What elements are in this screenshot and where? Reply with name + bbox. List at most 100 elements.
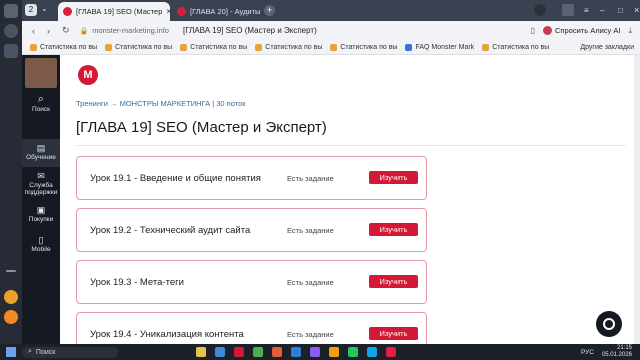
menu-icon[interactable]: ≡ (584, 6, 589, 15)
alice-button[interactable]: Спросить Алису AI (555, 26, 620, 35)
add-icon[interactable] (6, 270, 16, 272)
brand-logo[interactable]: M (78, 65, 98, 85)
sidebar-item-search[interactable]: ⌕ Поиск (22, 93, 60, 119)
profile-icon[interactable] (534, 4, 546, 16)
file-explorer-icon[interactable] (196, 347, 206, 357)
book-icon: ▤ (36, 143, 46, 153)
study-button[interactable]: Изучить (369, 223, 418, 236)
sidebar-item-purchases[interactable]: ▣ Покупки (22, 205, 60, 227)
browser-icon[interactable] (234, 347, 244, 357)
bookmark-icon (180, 43, 188, 51)
study-button[interactable]: Изучить (369, 327, 418, 340)
app-icon[interactable] (386, 347, 396, 357)
play-icon[interactable] (4, 24, 18, 38)
sidebar-item-support[interactable]: ✉ Служба поддержки (22, 171, 60, 199)
bookmark-item[interactable]: FAQ Monster Mark (405, 43, 474, 51)
search-icon: ⌕ (37, 93, 45, 105)
mail-icon: ✉ (37, 171, 45, 181)
lesson-title: Урок 19.1 - Введение и общие понятия (90, 173, 261, 184)
app-icon[interactable] (272, 347, 282, 357)
lock-icon: 🔒 (79, 27, 89, 35)
bookmark-icon (330, 43, 338, 51)
app-icon[interactable] (4, 290, 18, 304)
phone-icon: ▯ (38, 235, 44, 245)
close-window-icon[interactable]: × (634, 5, 639, 15)
windows-start-icon[interactable] (6, 347, 16, 357)
app-icon[interactable] (291, 347, 301, 357)
app-icon[interactable] (253, 347, 263, 357)
bookmark-icon (405, 43, 413, 51)
favicon-icon (63, 7, 72, 16)
app-icon[interactable] (310, 347, 320, 357)
other-bookmarks[interactable]: Другие закладки (580, 44, 634, 51)
scrollbar[interactable] (634, 55, 640, 344)
alice-icon (543, 26, 553, 35)
extension-icon[interactable] (562, 4, 574, 16)
breadcrumb[interactable]: Тренинги → МОНСТРЫ МАРКЕТИНГА | 30 поток (76, 99, 246, 108)
reload-icon[interactable]: ↻ (62, 25, 70, 36)
cart-icon: ▣ (36, 205, 46, 215)
lesson-card[interactable]: Урок 19.4 - Уникализация контента Есть з… (76, 312, 427, 344)
lesson-title: Урок 19.3 - Мета-теги (90, 277, 184, 288)
chat-widget-button[interactable] (596, 311, 622, 337)
bookmark-icon (482, 43, 490, 51)
app-icon[interactable] (367, 347, 377, 357)
chat-icon (603, 318, 615, 330)
lesson-status: Есть задание (287, 226, 334, 235)
tab-label: [ГЛАВА 20] - Аудиты Я.Д (190, 7, 262, 16)
tab-label: [ГЛАВА 19] SEO (Мастер (76, 7, 163, 16)
forward-icon[interactable]: › (47, 26, 50, 36)
site-sidebar: ⌕ Поиск ▤ Обучение ✉ Служба поддержки ▣ … (22, 55, 60, 344)
lesson-status: Есть задание (287, 174, 334, 183)
menu-icon[interactable] (4, 4, 18, 18)
bookmark-icon[interactable]: ▯ (531, 26, 535, 35)
study-button[interactable]: Изучить (369, 171, 418, 184)
tab-count-badge[interactable]: 2 (25, 4, 37, 16)
maximize-icon[interactable]: □ (618, 6, 623, 15)
divider (76, 145, 626, 146)
bookmark-item[interactable]: Статистика по вы (330, 43, 397, 51)
back-icon[interactable]: ‹ (32, 26, 35, 36)
bookmark-item[interactable]: Статистика по вы (105, 43, 172, 51)
bookmark-item[interactable]: Статистика по вы (180, 43, 247, 51)
page-title-text: [ГЛАВА 19] SEO (Мастер и Эксперт) (182, 26, 317, 35)
language-indicator[interactable]: РУС (581, 349, 594, 356)
download-icon[interactable]: ⤓ (628, 26, 632, 36)
os-left-rail (0, 0, 22, 344)
lesson-title: Урок 19.2 - Технический аудит сайта (90, 225, 251, 236)
arrow-icon[interactable] (4, 44, 18, 58)
app-icon[interactable] (348, 347, 358, 357)
main-content: M Тренинги → МОНСТРЫ МАРКЕТИНГА | 30 пот… (60, 55, 634, 344)
app-icon[interactable] (329, 347, 339, 357)
bookmark-icon (105, 43, 113, 51)
page-title: [ГЛАВА 19] SEO (Мастер и Эксперт) (76, 119, 327, 136)
url-text[interactable]: monster-marketing.info (92, 26, 169, 35)
tab-glava-19[interactable]: [ГЛАВА 19] SEO (Мастер × (58, 2, 170, 21)
search-icon: ⌕ (28, 348, 32, 355)
bookmarks-bar: Статистика по вы Статистика по вы Статис… (22, 40, 640, 55)
lesson-card[interactable]: Урок 19.2 - Технический аудит сайта Есть… (76, 208, 427, 252)
tab-glava-20[interactable]: [ГЛАВА 20] - Аудиты Я.Д (172, 2, 262, 21)
bookmark-item[interactable]: Статистика по вы (255, 43, 322, 51)
app-icon[interactable] (4, 310, 18, 324)
bookmark-item[interactable]: Статистика по вы (482, 43, 549, 51)
study-button[interactable]: Изучить (369, 275, 418, 288)
sidebar-item-learning[interactable]: ▤ Обучение (22, 139, 60, 167)
app-icon[interactable] (215, 347, 225, 357)
avatar[interactable] (25, 58, 57, 88)
taskbar-search[interactable]: ⌕ Поиск (22, 346, 118, 358)
bookmark-item[interactable]: Статистика по вы (30, 43, 97, 51)
chevron-down-icon[interactable]: ⌄ (41, 4, 48, 13)
tab-strip: 2 ⌄ [ГЛАВА 19] SEO (Мастер × [ГЛАВА 20] … (22, 0, 640, 21)
taskbar: ⌕ Поиск РУС 21:15 05.01.2026 (0, 344, 640, 360)
clock[interactable]: 21:15 05.01.2026 (602, 345, 632, 359)
sidebar-item-mobile[interactable]: ▯ Mobile (22, 235, 60, 257)
lesson-status: Есть задание (287, 278, 334, 287)
close-icon[interactable]: × (162, 7, 170, 16)
lesson-card[interactable]: Урок 19.1 - Введение и общие понятия Ест… (76, 156, 427, 200)
minimize-icon[interactable]: – (600, 6, 604, 15)
lesson-title: Урок 19.4 - Уникализация контента (90, 329, 244, 340)
new-tab-icon[interactable]: + (264, 5, 275, 16)
lesson-status: Есть задание (287, 330, 334, 339)
lesson-card[interactable]: Урок 19.3 - Мета-теги Есть задание Изучи… (76, 260, 427, 304)
